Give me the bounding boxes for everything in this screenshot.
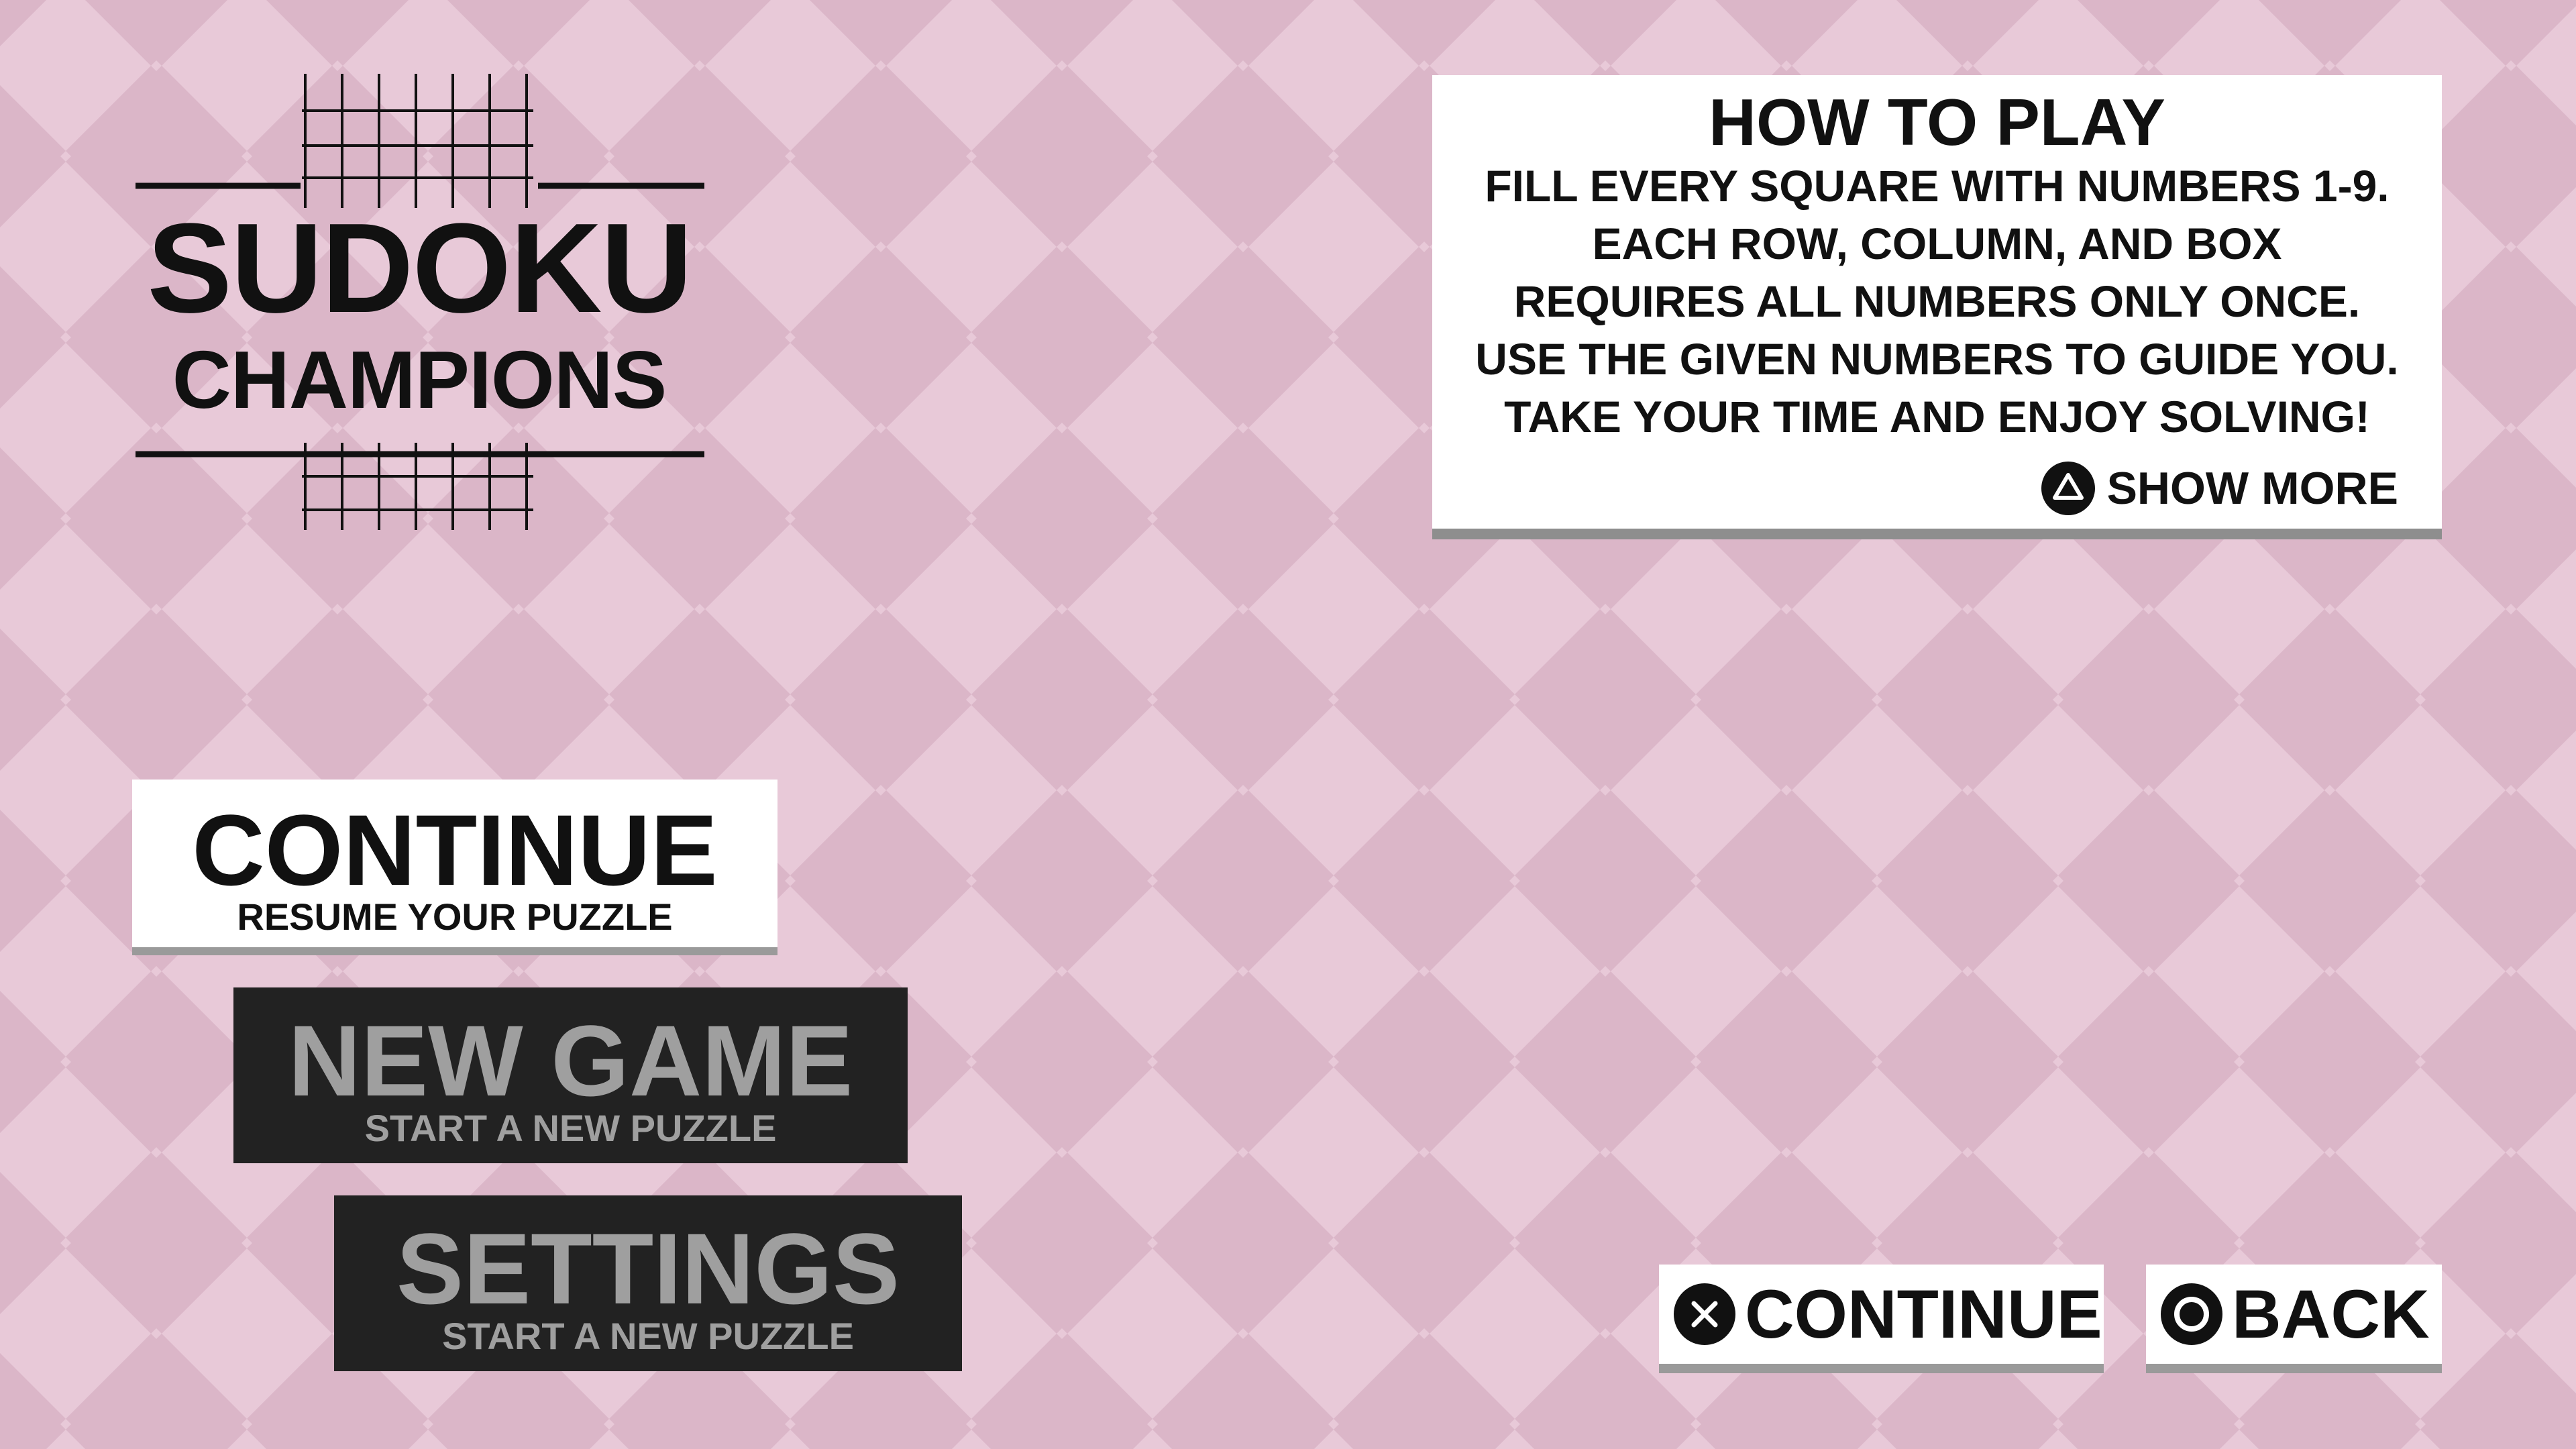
continue-button[interactable]: CONTINUE RESUME YOUR PUZZLE — [132, 780, 777, 947]
how-to-play-title: HOW TO PLAY — [1709, 85, 2165, 159]
back-prompt-button[interactable]: BACK — [2146, 1265, 2442, 1364]
continue-prompt-label: CONTINUE — [1745, 1275, 2102, 1352]
settings-button-label: SETTINGS — [396, 1212, 900, 1325]
circle-button-icon — [2161, 1283, 2222, 1345]
how-to-play-line: USE THE GIVEN NUMBERS TO GUIDE YOU. — [1475, 334, 2399, 384]
show-more-button[interactable]: SHOW MORE — [2041, 460, 2398, 517]
new-game-button[interactable]: NEW GAME START A NEW PUZZLE — [233, 987, 908, 1163]
new-game-button-label: NEW GAME — [288, 1004, 853, 1117]
triangle-button-icon — [2041, 462, 2095, 515]
how-to-play-text: FILL EVERY SQUARE WITH NUMBERS 1-9. EACH… — [1432, 157, 2442, 445]
how-to-play-line: EACH ROW, COLUMN, AND BOX — [1592, 219, 2282, 268]
how-to-play-line: TAKE YOUR TIME AND ENJOY SOLVING! — [1504, 392, 2370, 441]
settings-button[interactable]: SETTINGS START A NEW PUZZLE — [334, 1195, 962, 1371]
logo-title-sudoku: SUDOKU — [147, 197, 692, 339]
new-game-button-subtitle: START A NEW PUZZLE — [364, 1107, 777, 1149]
settings-button-subtitle: START A NEW PUZZLE — [442, 1315, 854, 1357]
continue-button-subtitle: RESUME YOUR PUZZLE — [237, 896, 673, 938]
logo-title-champions: CHAMPIONS — [172, 334, 667, 425]
back-prompt-label: BACK — [2232, 1275, 2430, 1352]
cross-button-icon — [1674, 1283, 1735, 1345]
game-logo: SUDOKU CHAMPIONS — [127, 70, 711, 533]
how-to-play-line: REQUIRES ALL NUMBERS ONLY ONCE. — [1513, 276, 2361, 326]
continue-prompt-button[interactable]: CONTINUE — [1659, 1265, 2104, 1364]
show-more-label: SHOW MORE — [2106, 463, 2398, 514]
how-to-play-line: FILL EVERY SQUARE WITH NUMBERS 1-9. — [1485, 161, 2390, 211]
continue-button-label: CONTINUE — [192, 794, 718, 906]
how-to-play-panel: HOW TO PLAY FILL EVERY SQUARE WITH NUMBE… — [1432, 75, 2442, 529]
